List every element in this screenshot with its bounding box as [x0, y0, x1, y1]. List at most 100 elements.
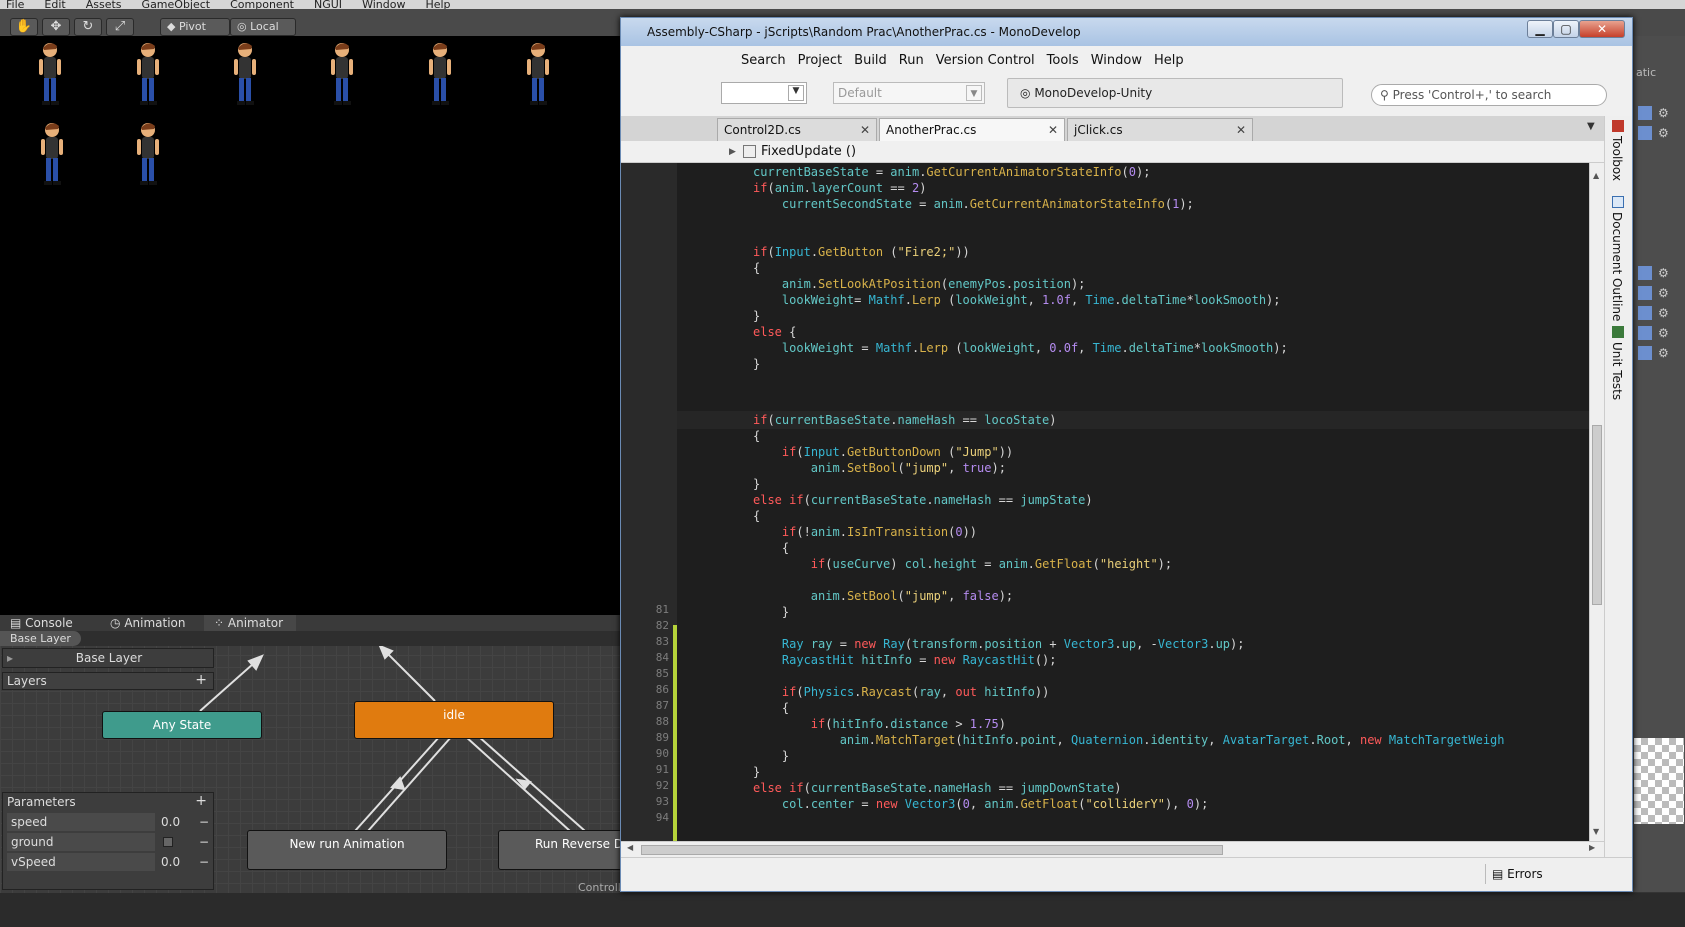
- line-number: 94: [655, 811, 669, 824]
- platform-select[interactable]: Default ▼: [833, 82, 985, 104]
- tab-overflow-icon[interactable]: ▼: [1587, 121, 1595, 132]
- node-run-reverse[interactable]: Run Reverse D: [498, 830, 620, 870]
- tab-animation[interactable]: ◷ Animation: [100, 615, 204, 631]
- transition-idle-reverse-a[interactable]: [464, 735, 571, 832]
- menu-file[interactable]: File: [6, 0, 24, 9]
- menu-ngui[interactable]: NGUI: [314, 0, 342, 9]
- sprite-frame-6: [527, 43, 549, 105]
- menu-version-control[interactable]: Version Control: [936, 53, 1035, 68]
- gear-icon[interactable]: ⚙: [1658, 126, 1669, 140]
- scroll-left-icon[interactable]: ◀: [627, 843, 633, 852]
- tab-anotherprac[interactable]: AnotherPrac.cs ✕: [879, 118, 1065, 141]
- menu-tools[interactable]: Tools: [1047, 53, 1079, 68]
- menu-run[interactable]: Run: [899, 53, 924, 68]
- gear-icon[interactable]: ⚙: [1658, 306, 1669, 320]
- unit-tests-pad[interactable]: Unit Tests: [1610, 342, 1624, 400]
- expand-icon[interactable]: ▶: [729, 141, 736, 163]
- sprite-sheet: [39, 43, 647, 185]
- component-icon: [1638, 326, 1652, 340]
- parameter-name[interactable]: speed: [7, 813, 155, 831]
- scroll-up-icon[interactable]: ▲: [1593, 171, 1599, 180]
- sprite-frame-5: [429, 43, 451, 105]
- gear-icon[interactable]: ⚙: [1658, 266, 1669, 280]
- horizontal-scrollbar[interactable]: ◀ ▶: [621, 841, 1604, 857]
- local-toggle[interactable]: ◎ Local: [230, 18, 296, 36]
- parameter-name[interactable]: ground: [7, 833, 155, 851]
- maximize-icon[interactable]: ▢: [1553, 20, 1579, 38]
- tab-console[interactable]: ▤ Console: [0, 615, 100, 631]
- menu-edit[interactable]: Edit: [44, 0, 65, 9]
- menu-help[interactable]: Help: [425, 0, 450, 9]
- tab-animator[interactable]: ⁘ Animator: [204, 615, 296, 631]
- transition-run-idle-b[interactable]: [367, 735, 453, 832]
- tab-control2d[interactable]: Control2D.cs ✕: [717, 118, 877, 141]
- vertical-scrollbar[interactable]: ▲ ▼: [1589, 163, 1604, 841]
- code-editor[interactable]: 81 82 83 84 85 86 87 88 89 90 91 92 93 9…: [621, 163, 1589, 841]
- menu-window[interactable]: Window: [1091, 53, 1142, 68]
- toolbox-icon: [1612, 120, 1624, 132]
- menu-component[interactable]: Component: [230, 0, 294, 9]
- search-placeholder: Press 'Control+,' to search: [1392, 88, 1552, 102]
- horizontal-scroll-thumb[interactable]: [641, 845, 1223, 855]
- method-path[interactable]: FixedUpdate (): [761, 141, 856, 163]
- status-bar: ▤ Errors: [621, 857, 1632, 891]
- close-icon[interactable]: ✕: [1579, 20, 1625, 38]
- unity-menubar: File Edit Assets GameObject Component NGUI Win…: [0, 0, 1685, 9]
- minimize-icon[interactable]: ▁: [1527, 20, 1553, 38]
- rotate-tool-icon[interactable]: ↻: [74, 18, 102, 36]
- scroll-down-icon[interactable]: ▼: [1593, 827, 1599, 836]
- line-number: 83: [655, 635, 669, 648]
- close-tab-icon[interactable]: ✕: [860, 119, 870, 141]
- build-config-select[interactable]: ▼: [721, 82, 807, 104]
- parameter-value[interactable]: 0.0: [161, 853, 180, 871]
- tab-jclick[interactable]: jClick.cs ✕: [1067, 118, 1253, 141]
- line-number: 90: [655, 747, 669, 760]
- scale-tool-icon[interactable]: ⤢: [106, 18, 134, 36]
- errors-button[interactable]: ▤ Errors: [1485, 864, 1543, 884]
- line-number: 81: [655, 603, 669, 616]
- breadcrumb-base-layer[interactable]: Base Layer: [0, 631, 81, 646]
- parameter-value[interactable]: 0.0: [161, 813, 180, 831]
- layer-row[interactable]: ▸ Base Layer: [2, 648, 214, 668]
- unity-inspector-strip: atic ⚙ ⚙ ⚙ ⚙ ⚙ ⚙ ⚙: [1630, 36, 1685, 892]
- gear-icon[interactable]: ⚙: [1658, 346, 1669, 360]
- remove-parameter-icon[interactable]: −: [199, 833, 209, 851]
- line-number: 82: [655, 619, 669, 632]
- component-icon: [1638, 106, 1652, 120]
- node-new-run-animation[interactable]: New run Animation: [247, 830, 447, 870]
- sprite-frame-4: [331, 43, 353, 105]
- menu-assets[interactable]: Assets: [86, 0, 122, 9]
- gear-icon[interactable]: ⚙: [1658, 286, 1669, 300]
- node-any-state[interactable]: Any State: [102, 711, 262, 739]
- menu-build[interactable]: Build: [854, 53, 887, 68]
- menu-gameobject[interactable]: GameObject: [142, 0, 211, 9]
- close-tab-icon[interactable]: ✕: [1048, 119, 1058, 141]
- menu-search[interactable]: Search: [741, 53, 786, 68]
- window-title: Assembly-CSharp - jScripts\Random Prac\A…: [647, 25, 1081, 39]
- node-idle[interactable]: idle: [354, 701, 554, 739]
- close-tab-icon[interactable]: ✕: [1236, 119, 1246, 141]
- pivot-toggle[interactable]: ◆ Pivot: [160, 18, 230, 36]
- parameter-name[interactable]: vSpeed: [7, 853, 155, 871]
- remove-parameter-icon[interactable]: −: [199, 813, 209, 831]
- menu-window[interactable]: Window: [362, 0, 405, 9]
- add-layer-icon[interactable]: +: [195, 672, 207, 688]
- transition-idle-reverse-b[interactable]: [477, 735, 586, 832]
- gear-icon[interactable]: ⚙: [1658, 106, 1669, 120]
- remove-parameter-icon[interactable]: −: [199, 853, 209, 871]
- scroll-right-icon[interactable]: ▶: [1589, 843, 1595, 852]
- menu-project[interactable]: Project: [798, 53, 842, 68]
- menu-help[interactable]: Help: [1154, 53, 1184, 68]
- method-icon: [743, 145, 756, 158]
- toolbox-pad[interactable]: Toolbox: [1610, 136, 1624, 181]
- hand-tool-icon[interactable]: ✋: [10, 18, 38, 36]
- move-tool-icon[interactable]: ✥: [42, 18, 70, 36]
- gear-icon[interactable]: ⚙: [1658, 326, 1669, 340]
- add-parameter-icon[interactable]: +: [195, 793, 207, 809]
- search-input[interactable]: ⚲ Press 'Control+,' to search: [1371, 84, 1607, 106]
- document-outline-pad[interactable]: Document Outline: [1610, 212, 1624, 321]
- chevron-down-icon: ▼: [788, 85, 804, 101]
- ground-checkbox[interactable]: [163, 837, 173, 847]
- vertical-scroll-thumb[interactable]: [1592, 425, 1602, 605]
- path-bar: ▶ FixedUpdate (): [621, 141, 1604, 163]
